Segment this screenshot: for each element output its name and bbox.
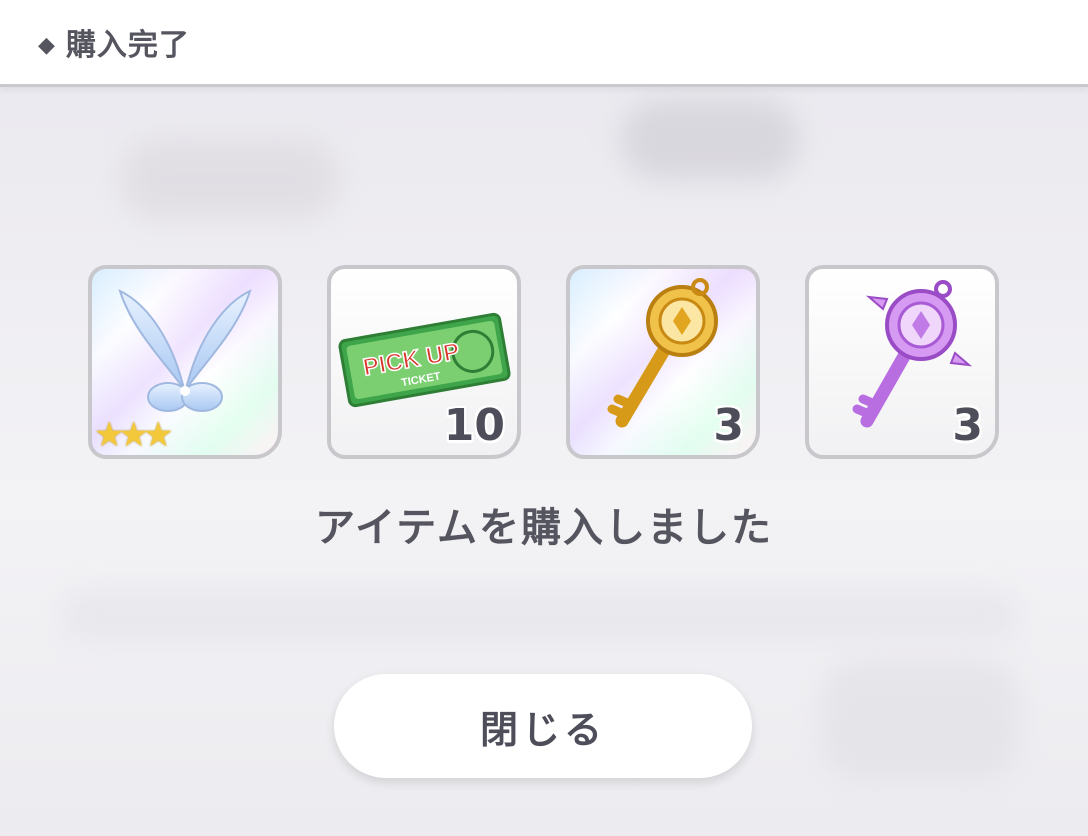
item-count: 3 — [952, 400, 983, 451]
rarity-stars: ★★★ — [94, 415, 173, 455]
item-count: 3 — [713, 400, 744, 451]
item-count: 10 — [443, 400, 505, 451]
dialog-title-text: 購入完了 — [65, 28, 190, 63]
item-fairy-wings[interactable]: ★★★ — [88, 265, 282, 459]
purchased-items-list: ★★★ PICK UP TICKET 10 3 3 — [88, 265, 1008, 461]
item-pick-up-ticket[interactable]: PICK UP TICKET 10 — [327, 265, 521, 459]
background-blur — [120, 140, 340, 220]
diamond-icon: ◆ — [38, 33, 56, 58]
background-blur — [60, 590, 1020, 640]
close-button[interactable]: 閉じる — [334, 674, 752, 778]
dialog-header: ◆ 購入完了 — [0, 0, 1088, 87]
item-gold-key[interactable]: 3 — [566, 265, 760, 459]
background-blur — [620, 100, 800, 180]
item-purple-key[interactable]: 3 — [805, 265, 999, 459]
background-blur — [820, 660, 1020, 780]
purchase-message: アイテムを購入しました — [315, 505, 773, 551]
dialog-title: ◆ 購入完了 — [38, 20, 190, 64]
purchase-complete-dialog: ◆ 購入完了 ★★★ PICK UP TICKET 10 3 3 アイテムを購入… — [0, 0, 1088, 836]
